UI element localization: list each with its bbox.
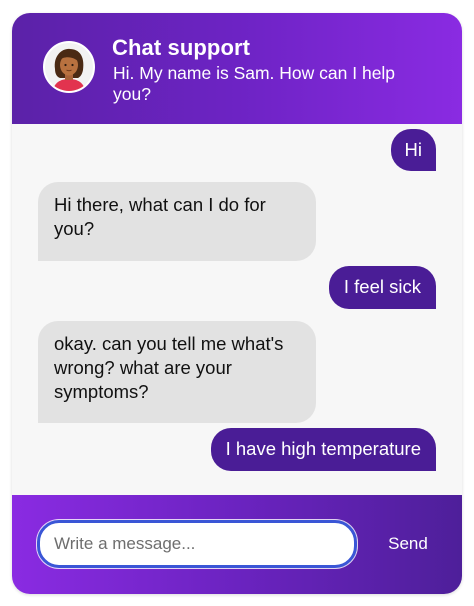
message-input[interactable] [37, 520, 357, 568]
chat-composer: Send [12, 495, 462, 594]
user-message: Hi [390, 129, 436, 171]
chat-widget: Chat support Hi. My name is Sam. How can… [12, 13, 462, 594]
user-message: I feel sick [328, 266, 436, 309]
chat-title: Chat support [112, 35, 251, 60]
chat-subtitle: Hi. My name is Sam. How can I help you? [113, 63, 396, 104]
message-list: Hi Hi there, what can I do for you? I fe… [12, 124, 462, 495]
send-button[interactable]: Send [372, 524, 444, 564]
chat-header: Chat support Hi. My name is Sam. How can… [12, 13, 462, 124]
agent-message: okay. can you tell me what's wrong? what… [38, 321, 316, 423]
agent-message: Hi there, what can I do for you? [38, 182, 316, 261]
avatar [43, 41, 95, 93]
support-agent-avatar-icon [53, 48, 85, 91]
user-message: I have high temperature [210, 428, 436, 471]
